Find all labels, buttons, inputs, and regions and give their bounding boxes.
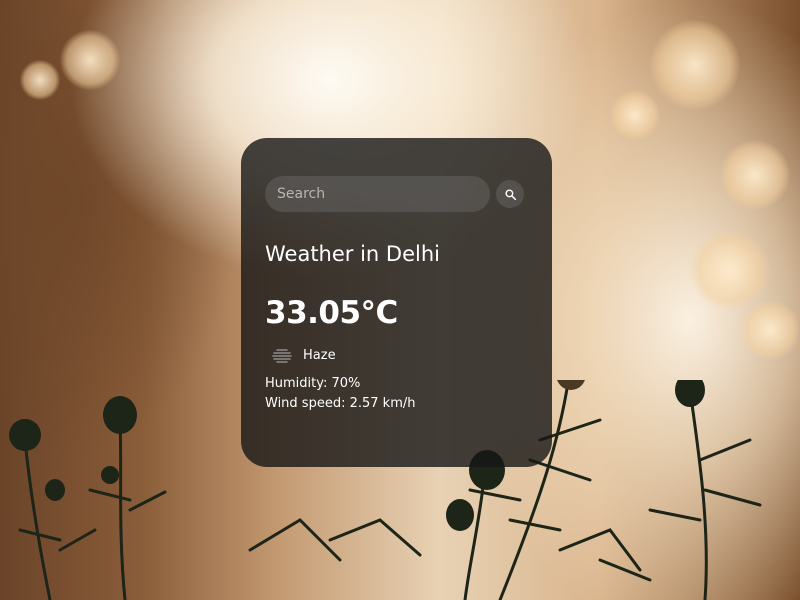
- wind-speed-text: Wind speed: 2.57 km/h: [265, 396, 416, 412]
- city-title: Weather in Delhi: [265, 242, 440, 266]
- weather-card: Weather in Delhi 33.05°C Haze Humidity: …: [241, 138, 552, 467]
- search-icon: [504, 188, 516, 200]
- haze-icon: [272, 349, 292, 364]
- humidity-text: Humidity: 70%: [265, 376, 361, 392]
- weather-description: Haze: [303, 347, 336, 363]
- temperature: 33.05°C: [265, 295, 398, 332]
- search-button[interactable]: [496, 180, 524, 208]
- search-bar: [265, 176, 528, 212]
- search-input[interactable]: [265, 176, 490, 212]
- weather-condition: Haze: [265, 342, 528, 368]
